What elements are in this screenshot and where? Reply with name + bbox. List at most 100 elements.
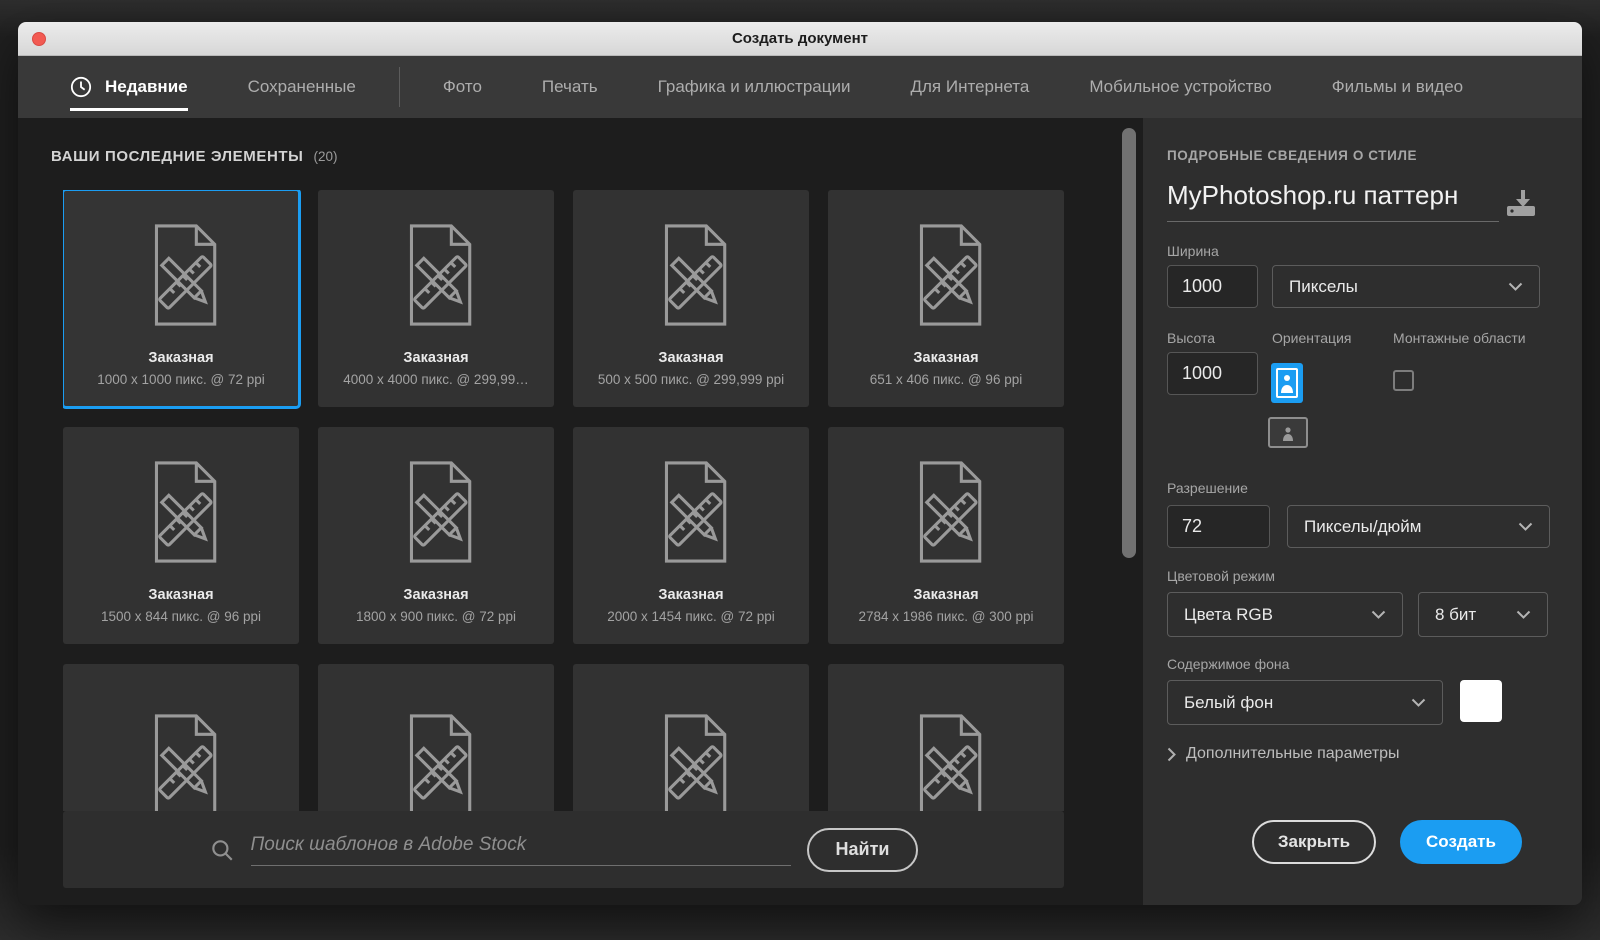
new-document-icon <box>135 427 227 587</box>
recent-item[interactable]: Заказная 1500 x 844 пикс. @ 96 ppi <box>63 427 299 644</box>
orientation-landscape-button[interactable] <box>1268 417 1308 448</box>
resolution-label: Разрешение <box>1167 480 1248 496</box>
recent-item-title: Заказная <box>148 350 214 366</box>
chevron-down-icon <box>1508 282 1523 291</box>
tab-bar: Недавние Сохраненные Фото Печать Графика… <box>18 56 1582 118</box>
width-unit-dropdown[interactable]: Пикселы <box>1272 265 1540 308</box>
height-input[interactable] <box>1167 352 1258 395</box>
vertical-scrollbar[interactable] <box>1122 128 1136 558</box>
recent-item[interactable]: Заказная 4000 x 4000 пикс. @ 299,99… <box>318 190 554 407</box>
recent-item[interactable] <box>63 664 299 811</box>
bit-depth-dropdown[interactable]: 8 бит <box>1418 592 1548 637</box>
recent-item-title: Заказная <box>658 587 724 603</box>
chevron-right-icon <box>1167 747 1176 762</box>
chevron-down-icon <box>1411 698 1426 707</box>
stock-search-bar: Найти <box>63 811 1064 888</box>
orientation-label: Ориентация <box>1272 330 1352 346</box>
new-document-icon <box>645 190 737 350</box>
advanced-options-toggle[interactable]: Дополнительные параметры <box>1167 745 1400 763</box>
height-label: Высота <box>1167 330 1216 346</box>
clock-icon <box>70 76 92 98</box>
tab-label: Фото <box>442 77 482 96</box>
artboards-label: Монтажные области <box>1393 330 1526 346</box>
recent-item-title: Заказная <box>148 587 214 603</box>
recent-item-spec: 2784 x 1986 пикс. @ 300 ppi <box>858 609 1034 624</box>
tab-label: Фильмы и видео <box>1331 77 1464 96</box>
new-document-icon <box>645 427 737 587</box>
new-document-icon <box>390 427 482 587</box>
new-document-icon <box>900 190 992 350</box>
document-name-field[interactable] <box>1167 180 1499 222</box>
recent-heading-text: ВАШИ ПОСЛЕДНИЕ ЭЛЕМЕНТЫ <box>51 148 304 165</box>
dialog-body: ВАШИ ПОСЛЕДНИЕ ЭЛЕМЕНТЫ (20) Заказная 10… <box>18 118 1582 905</box>
find-button[interactable]: Найти <box>806 827 919 872</box>
recent-item[interactable]: Заказная 1800 x 900 пикс. @ 72 ppi <box>318 427 554 644</box>
preset-details-panel: ПОДРОБНЫЕ СВЕДЕНИЯ О СТИЛЕ Ширина Пиксел… <box>1143 118 1582 905</box>
color-mode-label: Цветовой режим <box>1167 568 1276 584</box>
tab-мобильное-устройство[interactable]: Мобильное устройство <box>1089 56 1271 118</box>
new-document-icon <box>900 427 992 587</box>
create-button[interactable]: Создать <box>1400 820 1522 864</box>
background-contents-label: Содержимое фона <box>1167 656 1290 672</box>
tab-label: Сохраненные <box>247 77 356 96</box>
recent-item[interactable] <box>318 664 554 811</box>
new-document-dialog: Создать документ Недавние Сохраненные Фо… <box>18 22 1582 905</box>
recent-item-spec: 1000 x 1000 пикс. @ 72 ppi <box>97 372 265 387</box>
recent-item[interactable] <box>828 664 1064 811</box>
recent-item-title: Заказная <box>913 587 979 603</box>
recent-item-spec: 651 x 406 пикс. @ 96 ppi <box>869 372 1023 387</box>
search-icon <box>209 837 235 863</box>
tab-печать[interactable]: Печать <box>542 56 598 118</box>
search-input[interactable] <box>250 833 791 856</box>
recent-grid: Заказная 1000 x 1000 пикс. @ 72 ppi Зака… <box>63 190 1064 811</box>
new-document-icon <box>645 664 737 811</box>
new-document-icon <box>135 664 227 811</box>
recent-item-spec: 1800 x 900 пикс. @ 72 ppi <box>356 609 516 624</box>
artboards-checkbox[interactable] <box>1393 370 1414 391</box>
recent-item[interactable]: Заказная 2784 x 1986 пикс. @ 300 ppi <box>828 427 1064 644</box>
recent-item-title: Заказная <box>658 350 724 366</box>
templates-area: ВАШИ ПОСЛЕДНИЕ ЭЛЕМЕНТЫ (20) Заказная 10… <box>18 118 1143 905</box>
width-unit-value: Пикселы <box>1289 276 1358 296</box>
orientation-portrait-button[interactable] <box>1271 363 1303 403</box>
recent-item[interactable]: Заказная 500 x 500 пикс. @ 299,999 ppi <box>573 190 809 407</box>
tab-графика-и-иллюстрации[interactable]: Графика и иллюстрации <box>658 56 851 118</box>
tab-label: Печать <box>541 77 598 96</box>
color-mode-dropdown[interactable]: Цвета RGB <box>1167 592 1403 637</box>
tab-для-интернета[interactable]: Для Интернета <box>911 56 1030 118</box>
recent-item[interactable]: Заказная 2000 x 1454 пикс. @ 72 ppi <box>573 427 809 644</box>
resolution-unit-dropdown[interactable]: Пикселы/дюйм <box>1287 505 1550 548</box>
recent-item[interactable] <box>573 664 809 811</box>
recent-item-title: Заказная <box>403 350 469 366</box>
chevron-down-icon <box>1518 522 1533 531</box>
bit-depth-value: 8 бит <box>1435 604 1477 624</box>
advanced-options-label: Дополнительные параметры <box>1186 745 1400 762</box>
tab-сохраненные[interactable]: Сохраненные <box>248 56 356 118</box>
new-document-icon <box>390 190 482 350</box>
window-title: Создать документ <box>731 30 869 47</box>
recent-item[interactable]: Заказная 1000 x 1000 пикс. @ 72 ppi <box>63 190 301 409</box>
chevron-down-icon <box>1371 610 1386 619</box>
new-document-icon <box>390 664 482 811</box>
save-preset-icon[interactable] <box>1505 190 1537 223</box>
tab-фильмы-и-видео[interactable]: Фильмы и видео <box>1332 56 1463 118</box>
recent-item[interactable]: Заказная 651 x 406 пикс. @ 96 ppi <box>828 190 1064 407</box>
tab-фото[interactable]: Фото <box>443 56 482 118</box>
width-input[interactable] <box>1167 265 1258 308</box>
background-contents-dropdown[interactable]: Белый фон <box>1167 680 1443 725</box>
resolution-unit-value: Пикселы/дюйм <box>1304 516 1422 536</box>
tab-label: Недавние <box>105 77 188 96</box>
chevron-down-icon <box>1516 610 1531 619</box>
recent-item-spec: 1500 x 844 пикс. @ 96 ppi <box>101 609 261 624</box>
recent-item-title: Заказная <box>913 350 979 366</box>
background-color-swatch[interactable] <box>1460 680 1502 722</box>
width-label: Ширина <box>1167 243 1219 259</box>
close-button[interactable]: Закрыть <box>1252 820 1376 864</box>
background-contents-value: Белый фон <box>1184 692 1274 712</box>
search-input-underline <box>250 833 791 866</box>
resolution-input[interactable] <box>1167 505 1270 548</box>
tab-недавние[interactable]: Недавние <box>70 56 188 118</box>
recent-count: (20) <box>313 149 338 164</box>
close-window-button[interactable] <box>32 32 46 46</box>
new-document-icon <box>135 190 227 350</box>
